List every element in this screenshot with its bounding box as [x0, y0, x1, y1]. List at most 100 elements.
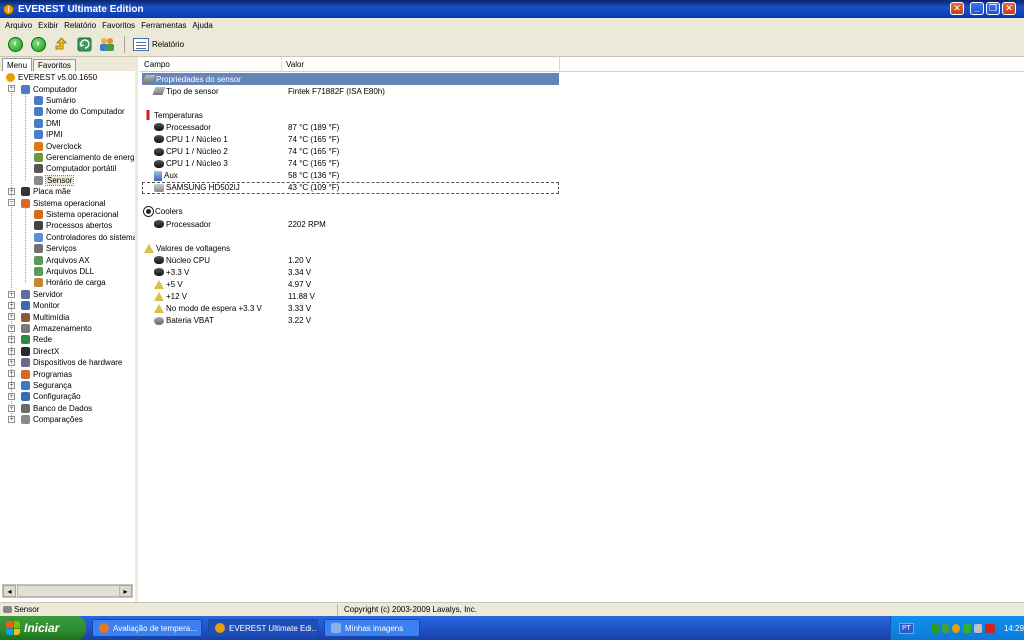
sensor-row[interactable]: Processador 2202 RPM [142, 218, 559, 230]
sensor-row[interactable]: +12 V 11.88 V [142, 291, 559, 303]
tree-item[interactable]: Gerenciamento de energia [34, 152, 135, 163]
tree-item[interactable]: Dispositivos de hardware [21, 357, 122, 368]
group-header-row[interactable]: Coolers [142, 206, 559, 218]
taskbar-button[interactable]: Avaliação de tempera... [92, 619, 202, 637]
tree-item[interactable]: Controladores do sistema [34, 232, 135, 243]
tree-item[interactable]: Placa mãe [21, 186, 71, 197]
back-button[interactable]: ‹ [6, 35, 24, 53]
row-field-label: Temperaturas [154, 110, 203, 120]
tree-item[interactable]: Programas [21, 368, 72, 379]
everest-icon [215, 623, 225, 633]
sensor-row[interactable]: CPU 1 / Núcleo 3 74 °C (165 °F) [142, 158, 559, 170]
start-button[interactable]: Iniciar [0, 616, 86, 640]
row-field: Valores de voltagens [144, 243, 230, 253]
forward-button[interactable]: › [29, 35, 47, 53]
update-tray-icon[interactable] [963, 623, 971, 633]
tree-item[interactable]: Arquivos DLL [34, 266, 94, 277]
column-value-header[interactable]: Valor [282, 57, 560, 71]
tree-item[interactable]: IPMI [34, 129, 62, 140]
users-button[interactable] [98, 35, 116, 53]
sensor-row[interactable]: Bateria VBAT 3.22 V [142, 315, 559, 327]
tree-item[interactable]: Arquivos AX [34, 254, 90, 265]
up-button[interactable] [52, 35, 70, 53]
group-header-row[interactable]: Valores de voltagens [142, 242, 559, 254]
tree-item[interactable]: Armazenamento [21, 323, 92, 334]
tree-item[interactable]: DMI [34, 118, 61, 129]
menu-bar: Arquivo Exibir Relatório Favoritos Ferrament… [0, 18, 1024, 32]
tree-item[interactable]: Sistema operacional [34, 209, 118, 220]
voltage-icon [154, 279, 164, 289]
sensor-row[interactable]: Processador 87 °C (189 °F) [142, 121, 559, 133]
tree-item-label: Sistema operacional [46, 209, 119, 219]
scroll-thumb[interactable] [17, 585, 120, 597]
taskbar-button[interactable]: Minhas imagens [324, 619, 420, 637]
row-field-label: CPU 1 / Núcleo 2 [166, 147, 228, 156]
window-close-button[interactable]: ✕ [1002, 2, 1016, 15]
report-button[interactable]: Relatório [133, 37, 184, 51]
tree-item[interactable]: Sistema operacional [21, 197, 105, 208]
group-header-row[interactable]: Propriedades do sensor [142, 73, 559, 85]
sensor-row[interactable]: Aux 58 °C (136 °F) [142, 170, 559, 182]
sensor-row[interactable]: CPU 1 / Núcleo 1 74 °C (165 °F) [142, 133, 559, 145]
volume-tray-icon[interactable] [973, 623, 982, 633]
tree-item[interactable]: Rede [21, 334, 52, 345]
tree-item[interactable]: Comparações [21, 414, 83, 425]
clock[interactable]: 14:29 [1004, 624, 1024, 633]
ati-tray-icon[interactable] [984, 623, 995, 633]
tree-item[interactable]: Overclock [34, 140, 82, 151]
scroll-left-icon[interactable]: ◂ [3, 585, 16, 597]
tab-favorites[interactable]: Favoritos [33, 59, 76, 71]
menu-item-1[interactable]: Exibir [35, 21, 61, 30]
flame-icon [34, 141, 43, 151]
menu-item-5[interactable]: Ajuda [189, 21, 215, 30]
sensor-row[interactable]: CPU 1 / Núcleo 2 74 °C (165 °F) [142, 146, 559, 158]
minimize-button[interactable]: _ [970, 2, 984, 15]
tree-item[interactable]: EVEREST v5.00.1650 [6, 72, 97, 83]
driver-icon [34, 232, 43, 242]
tree-item[interactable]: Banco de Dados [21, 403, 92, 414]
tree-item[interactable]: Configuração [21, 391, 81, 402]
tree-item[interactable]: Horário de carga [34, 277, 106, 288]
tree-item[interactable]: DirectX [21, 346, 59, 357]
tree-item[interactable]: Serviços [34, 243, 77, 254]
tree-item[interactable]: Computador [21, 83, 77, 94]
taskbar-button[interactable]: EVEREST Ultimate Edi... [208, 619, 318, 637]
computer-icon [34, 118, 43, 128]
everest-tray-icon[interactable] [952, 623, 961, 633]
tab-menu[interactable]: Menu [2, 58, 33, 71]
sensor-row[interactable]: Tipo de sensor Fintek F71882F (ISA E80h) [142, 85, 559, 97]
network-tray-icon[interactable] [930, 623, 939, 633]
security-tray-icon[interactable] [941, 623, 950, 633]
refresh-button[interactable] [75, 35, 93, 53]
tree-item[interactable]: Segurança [21, 380, 72, 391]
row-field: Propriedades do sensor [142, 75, 241, 84]
tree-item[interactable]: Nome do Computador [34, 106, 125, 117]
sensor-row[interactable]: +5 V 4.97 V [142, 278, 559, 290]
harddisk-icon [154, 183, 164, 192]
tree-item[interactable]: Multimídia [21, 311, 69, 322]
menu-item-4[interactable]: Ferramentas [138, 21, 189, 30]
sensor-row[interactable]: +3.3 V 3.34 V [142, 266, 559, 278]
sensor-row[interactable]: No modo de espera +3.3 V 3.33 V [142, 303, 559, 315]
tree-item[interactable]: Sumário [34, 95, 76, 106]
sensor-row[interactable]: SAMSUNG HD502IJ 43 °C (109 °F) [142, 181, 559, 194]
tree-item[interactable]: Computador portátil [34, 163, 116, 174]
menu-item-2[interactable]: Relatório [61, 21, 99, 30]
scroll-right-icon[interactable]: ▸ [119, 585, 132, 597]
tree-item-label: Monitor [33, 301, 60, 311]
menu-item-0[interactable]: Arquivo [2, 21, 35, 30]
taskbar-buttons: Avaliação de tempera... EVEREST Ultimate … [86, 619, 420, 637]
language-indicator[interactable]: PT [899, 622, 914, 634]
tree-item[interactable]: Sensor [34, 174, 75, 186]
sensor-row[interactable]: Núcleo CPU 1.20 V [142, 254, 559, 266]
menu-item-3[interactable]: Favoritos [99, 21, 138, 30]
column-field-header[interactable]: Campo [140, 57, 282, 71]
restore-button[interactable]: ❐ [986, 2, 1000, 15]
tree-item[interactable]: Processos abertos [34, 220, 112, 231]
title-bar: i EVEREST Ultimate Edition ✕ _ ❐ ✕ [0, 0, 1024, 18]
tree-item[interactable]: Servidor [21, 289, 63, 300]
tree-item[interactable]: Monitor [21, 300, 60, 311]
tree-horizontal-scrollbar[interactable]: ◂ ▸ [2, 584, 133, 598]
close-button[interactable]: ✕ [950, 2, 964, 15]
group-header-row[interactable]: Temperaturas [142, 109, 559, 121]
